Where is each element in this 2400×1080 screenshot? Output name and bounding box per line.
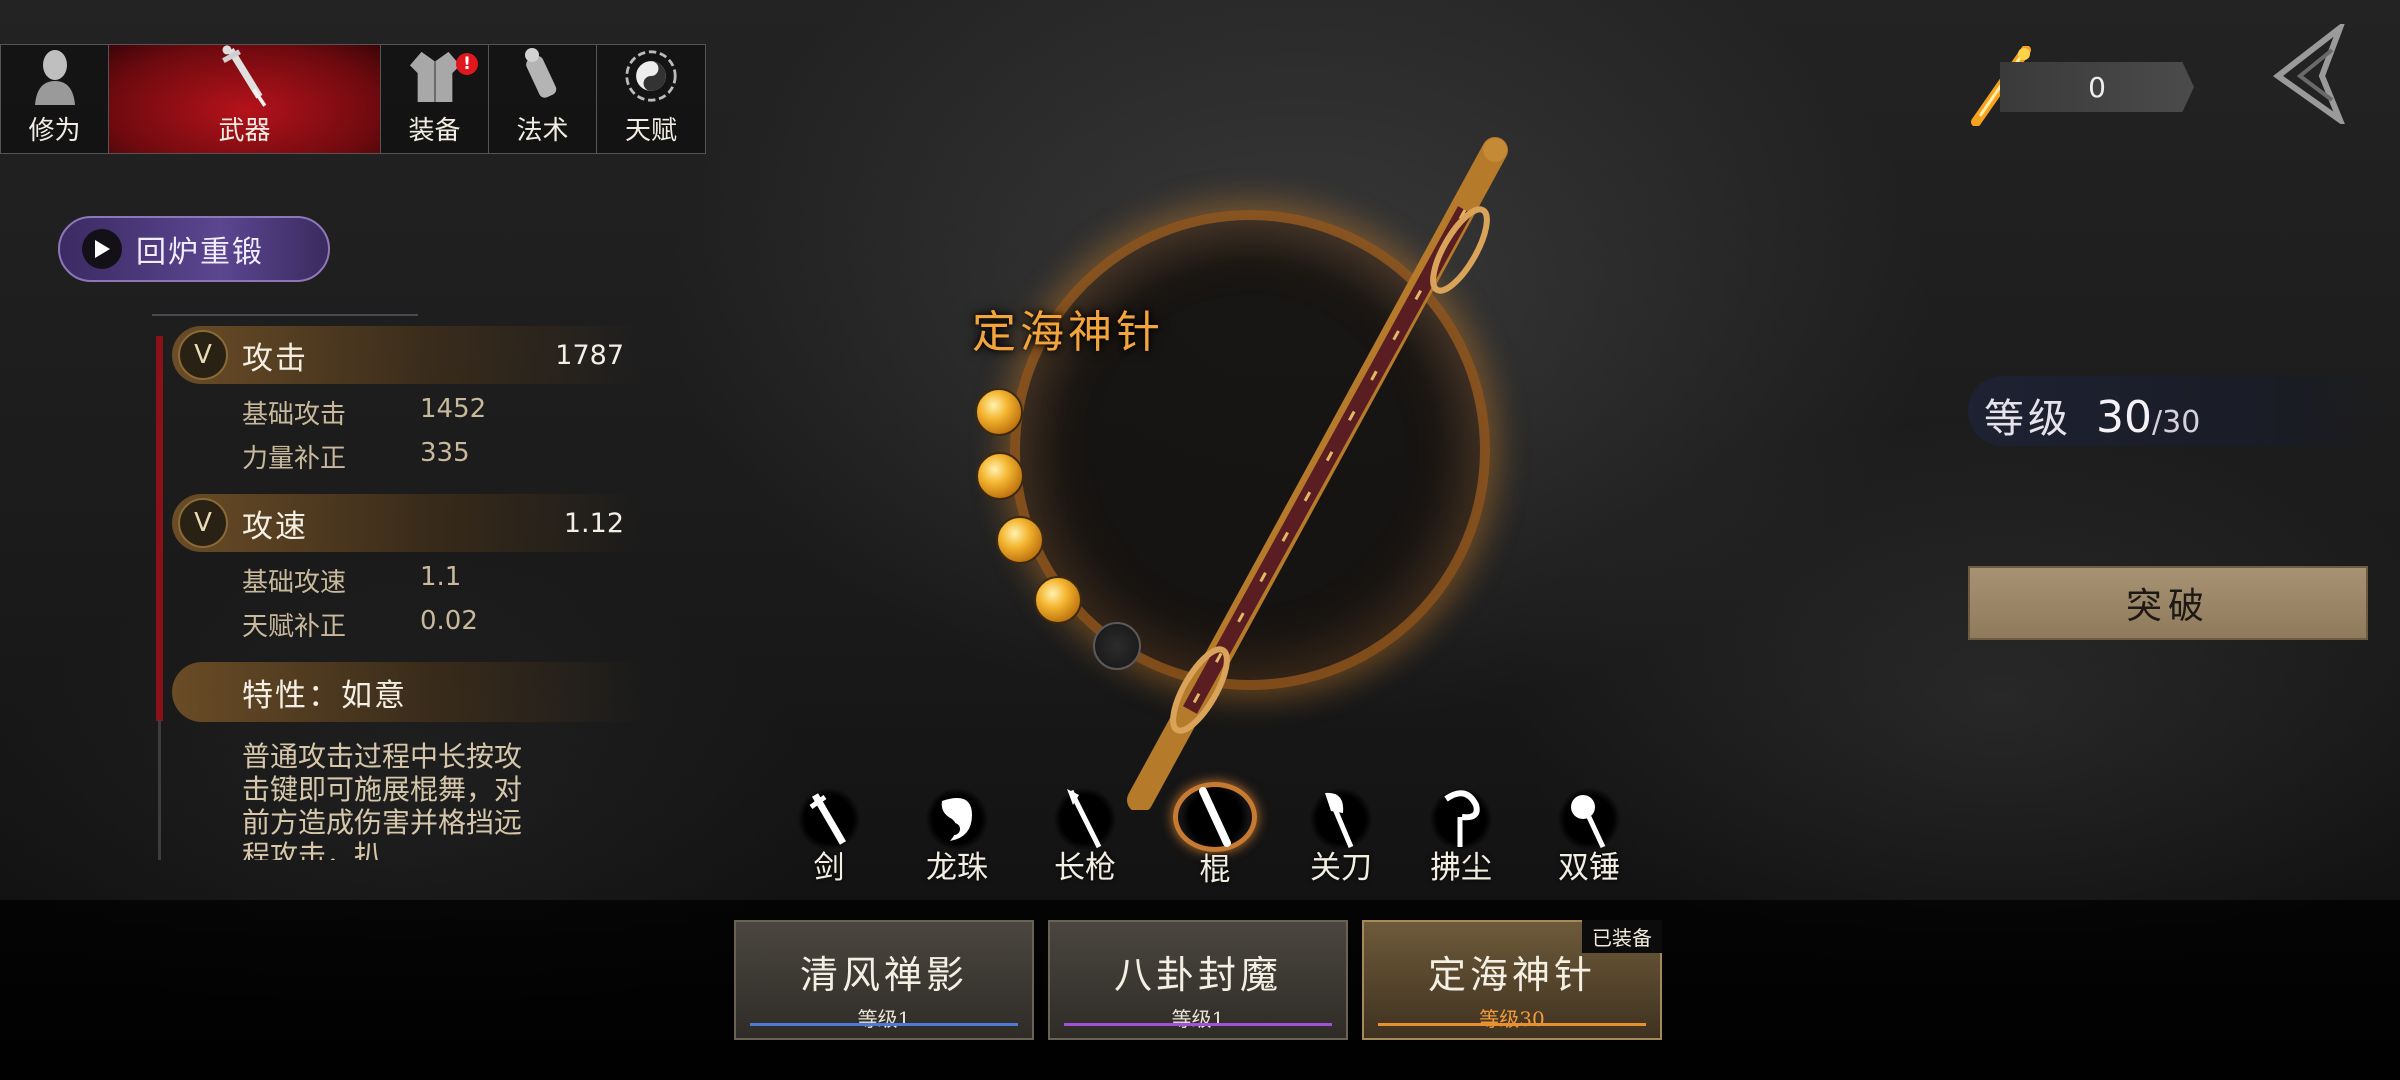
upgrade-orb-empty <box>1093 622 1141 670</box>
spear-icon <box>1054 788 1116 850</box>
attack-stat-header[interactable]: V 攻击 1787 <box>172 326 642 384</box>
divider <box>152 314 418 316</box>
stat-sub-value: 1452 <box>420 394 487 424</box>
weapon-type-label: 棍 <box>1199 852 1231 888</box>
dragon-orb-icon <box>926 788 988 850</box>
whisk-icon <box>1430 788 1492 850</box>
level-label: 等级 <box>1984 396 2072 442</box>
level-max: /30 <box>2152 405 2201 440</box>
play-icon <box>82 229 122 269</box>
hammers-icon <box>1558 788 1620 850</box>
upgrade-orb-filled <box>976 452 1024 500</box>
weapon-card-level: 等级1 <box>1171 1007 1225 1031</box>
stat-sub-label: 基础攻速 <box>242 568 347 598</box>
rarity-bar <box>1064 1023 1332 1026</box>
stat-value: 1.12 <box>563 507 624 539</box>
stat-sub-value: 1.1 <box>420 562 462 592</box>
tab-label: 法术 <box>516 116 569 146</box>
category-tab-bar: 修为 武器 ! 装备 法术 天赋 <box>0 44 706 154</box>
weapon-card-name: 清风禅影 <box>799 953 968 997</box>
cultivator-head-icon <box>28 46 82 106</box>
back-arrow-icon[interactable] <box>2270 24 2350 124</box>
weapon-type-whisk[interactable]: 拂尘 <box>1416 788 1506 888</box>
tab-spells[interactable]: 法术 <box>489 45 597 153</box>
notification-badge: ! <box>456 53 478 75</box>
weapon-card-level: 等级30 <box>1479 1007 1545 1031</box>
collapse-chevron-icon[interactable]: V <box>178 498 228 548</box>
sword-icon <box>218 45 272 107</box>
weapon-card[interactable]: 八卦封魔 等级1 <box>1048 920 1348 1040</box>
weapon-card[interactable]: 清风禅影 等级1 <box>734 920 1034 1040</box>
weapon-type-sword[interactable]: 剑 <box>784 788 874 888</box>
weapon-type-staff[interactable]: 棍 <box>1170 782 1260 888</box>
yin-yang-icon <box>624 46 678 106</box>
rarity-bar <box>1378 1023 1646 1026</box>
tab-label: 武器 <box>218 116 271 146</box>
weapon-type-label: 长枪 <box>1054 850 1116 886</box>
weapon-card-name: 定海神针 <box>1427 953 1596 997</box>
weapon-type-label: 关刀 <box>1310 850 1372 886</box>
currency-counter: 0 <box>2000 62 2194 112</box>
stat-sub-label: 天赋补正 <box>242 612 347 642</box>
trait-description: 普通攻击过程中长按攻击键即可施展棍舞，对前方造成伤害并格挡远程攻击，扒 <box>242 740 523 860</box>
equipped-tag: 已装备 <box>1582 920 1662 953</box>
weapon-name: 定海神针 <box>972 307 1164 358</box>
tab-cultivation[interactable]: 修为 <box>1 45 109 153</box>
stat-name: 攻击 <box>242 340 308 377</box>
reforge-button[interactable]: 回炉重锻 <box>58 216 330 282</box>
stat-value: 1787 <box>555 339 624 371</box>
weapon-type-glaive[interactable]: 关刀 <box>1296 788 1386 888</box>
collapse-chevron-icon[interactable]: V <box>178 330 228 380</box>
upgrade-orb-filled <box>996 516 1044 564</box>
weapon-type-twin-hammers[interactable]: 双锤 <box>1544 788 1634 888</box>
trait-name: 特性：如意 <box>242 677 407 714</box>
rarity-bar <box>750 1023 1018 1026</box>
tab-weapon[interactable]: 武器 <box>109 45 381 153</box>
weapon-type-label: 拂尘 <box>1430 850 1492 886</box>
stat-sub-label: 基础攻击 <box>242 400 347 430</box>
scroll-track[interactable] <box>158 720 161 860</box>
level-current: 30 <box>2096 392 2152 443</box>
tab-label: 天赋 <box>624 116 677 146</box>
weapon-level-display: 等级 30 /30 <box>1968 376 2388 446</box>
golden-staff-image <box>1127 137 1508 810</box>
stat-sub-label: 力量补正 <box>242 444 347 474</box>
trait-header[interactable]: 特性：如意 <box>172 662 642 722</box>
sword-type-icon <box>798 788 860 850</box>
stat-sub-value: 335 <box>420 438 470 468</box>
weapon-type-label: 双锤 <box>1558 850 1620 886</box>
tab-talent[interactable]: 天赋 <box>597 45 705 153</box>
weapon-type-spear[interactable]: 长枪 <box>1040 788 1130 888</box>
speed-stat-header[interactable]: V 攻速 1.12 <box>172 494 642 552</box>
tab-equipment[interactable]: ! 装备 <box>381 45 489 153</box>
glaive-icon <box>1310 788 1372 850</box>
scroll-icon <box>516 46 570 106</box>
weapon-card-name: 八卦封魔 <box>1113 953 1282 997</box>
weapon-type-label: 剑 <box>813 850 845 886</box>
stats-accent-bar <box>156 336 163 721</box>
weapon-type-label: 龙珠 <box>926 850 988 886</box>
staff-icon <box>1173 782 1257 852</box>
weapon-type-dragon-orb[interactable]: 龙珠 <box>912 788 1002 888</box>
weapon-card-level: 等级1 <box>857 1007 911 1031</box>
upgrade-orb-filled <box>975 388 1023 436</box>
stat-sub-value: 0.02 <box>420 606 478 636</box>
robe-icon <box>408 46 462 106</box>
reforge-label: 回炉重锻 <box>136 235 264 270</box>
tab-label: 装备 <box>408 116 461 146</box>
tab-label: 修为 <box>28 116 81 146</box>
breakthrough-button[interactable]: 突破 <box>1968 566 2368 640</box>
stat-name: 攻速 <box>242 508 308 545</box>
upgrade-orb-filled <box>1034 576 1082 624</box>
weapon-card-equipped[interactable]: 已装备 定海神针 等级30 <box>1362 920 1662 1040</box>
